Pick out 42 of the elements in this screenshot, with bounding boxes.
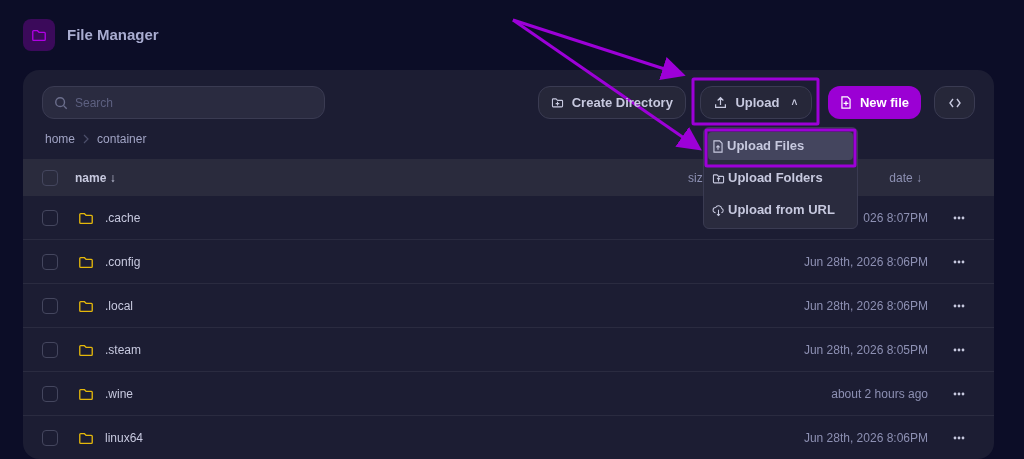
file-plus-icon: [839, 96, 852, 109]
app-logo: [23, 19, 55, 51]
upload-button[interactable]: Upload ˄: [699, 86, 812, 119]
date-cell-text: 026 8:07PM: [863, 209, 928, 227]
code-view-button[interactable]: [934, 86, 975, 119]
file-name[interactable]: .config: [105, 252, 141, 271]
file-name[interactable]: .cache: [105, 208, 141, 227]
menu-item[interactable]: Upload Folders: [708, 164, 853, 192]
code-icon: [948, 97, 961, 108]
menu-item[interactable]: Upload Files: [708, 132, 853, 160]
date-cell-text: Jun 28th, 2026 8:06PM: [803, 429, 928, 447]
date-cell-text: about 2 hours ago: [831, 385, 928, 403]
row-checkbox[interactable]: [42, 209, 58, 226]
row-checkbox[interactable]: [42, 429, 58, 446]
row-checkbox[interactable]: [42, 297, 58, 314]
file-name[interactable]: linux64: [105, 428, 144, 447]
upload-icon: [714, 96, 728, 109]
breadcrumb-link[interactable]: home: [45, 130, 76, 148]
breadcrumb-link[interactable]: container: [97, 130, 147, 148]
date-cell-text: Jun 28th, 2026 8:06PM: [803, 253, 928, 271]
file-name[interactable]: .wine: [105, 384, 133, 403]
cloud-download-icon: [712, 203, 725, 217]
app-title: File Manager: [67, 24, 159, 45]
folder-plus-icon: [550, 96, 564, 109]
folder-upload-icon: [712, 171, 725, 185]
column-header[interactable]: date ↓: [889, 168, 922, 187]
row-checkbox[interactable]: [42, 253, 58, 270]
search-field[interactable]: Search: [42, 86, 325, 119]
chevron-icon: [83, 134, 90, 144]
file-upload-icon: [712, 139, 724, 153]
file-name[interactable]: .local: [105, 296, 133, 315]
file-name[interactable]: .steam: [105, 340, 141, 359]
date-cell-text: Jun 28th, 2026 8:06PM: [803, 297, 928, 315]
date-cell-text: Jun 28th, 2026 8:05PM: [803, 341, 928, 359]
menu-item[interactable]: Upload from URL: [708, 196, 853, 224]
row-checkbox[interactable]: [42, 341, 58, 358]
new-file-button[interactable]: New file: [827, 86, 921, 119]
column-header[interactable]: name ↓: [75, 168, 116, 187]
caret-icon: ˄: [791, 95, 798, 110]
select-all-checkbox[interactable]: [42, 169, 58, 186]
row-checkbox[interactable]: [42, 385, 58, 402]
column-header[interactable]: siz: [688, 168, 703, 187]
